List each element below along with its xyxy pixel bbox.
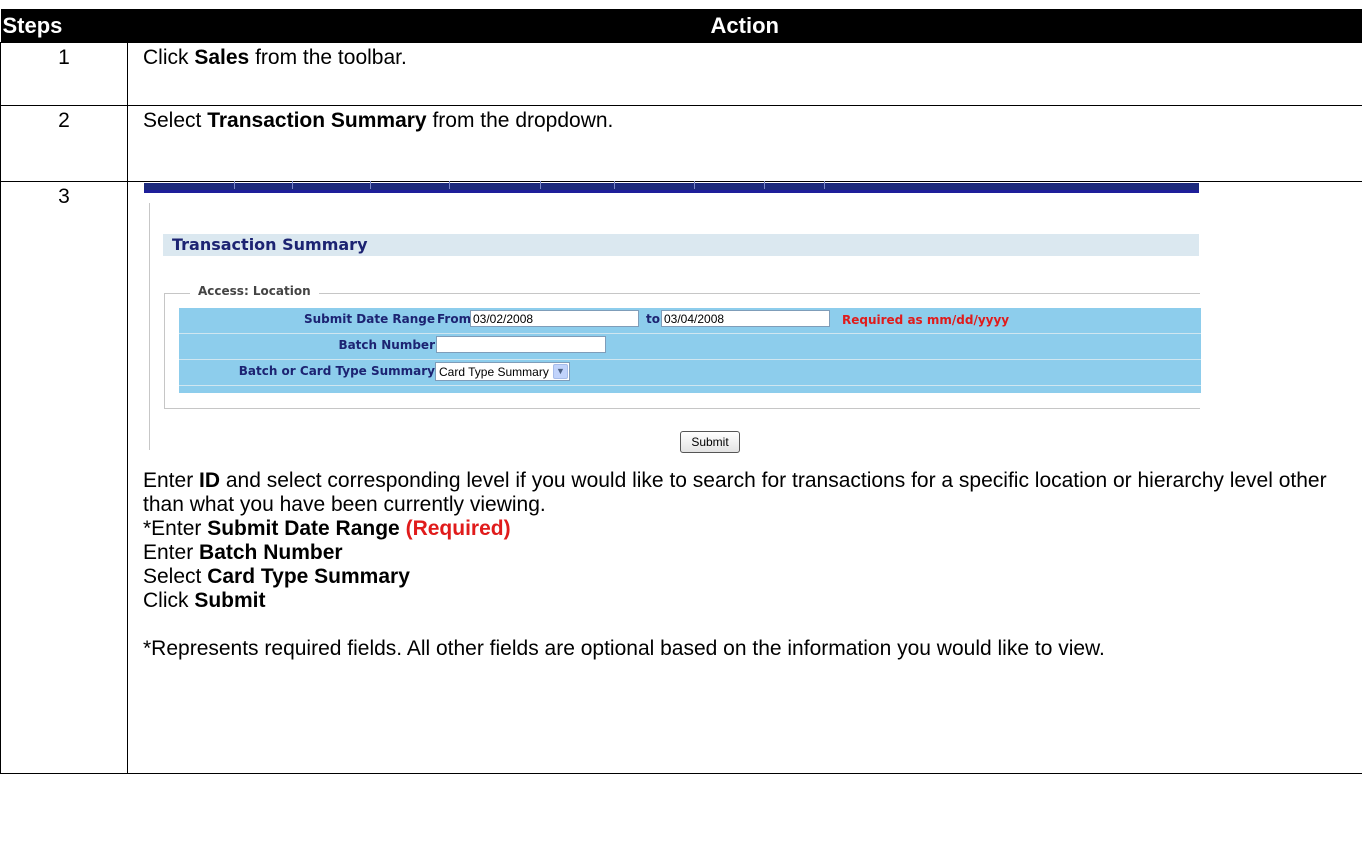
submit-date-row: Submit Date Range From to Required as mm… [179, 308, 1201, 334]
step-action: Transaction Summary Access: Location Sub… [127, 181, 1362, 774]
summary-type-select[interactable]: Card Type Summary ▼ [435, 362, 570, 381]
batch-number-label: Batch Number [338, 338, 435, 352]
summary-type-row: Batch or Card Type Summary Card Type Sum… [179, 360, 1201, 386]
step-number: 3 [0, 181, 128, 774]
from-date-input[interactable] [470, 310, 639, 327]
instruction-date-range: *Enter Submit Date Range (Required) [143, 517, 511, 540]
header-row: Steps Action [0, 9, 1362, 43]
fieldset-legend: Access: Location [190, 284, 319, 298]
search-form: Submit Date Range From to Required as mm… [179, 308, 1201, 393]
batch-number-input[interactable] [436, 336, 606, 353]
instruction-card-type: Select Card Type Summary [143, 565, 410, 588]
step-action: Click Sales from the toolbar. [127, 42, 1362, 106]
to-date-input[interactable] [661, 310, 830, 327]
step-row-3: 3 Transaction Summary Access: Location S… [0, 181, 1362, 774]
chevron-down-icon[interactable]: ▼ [553, 364, 568, 379]
search-fieldset: Access: Location Submit Date Range From … [164, 284, 1201, 409]
instruction-batch-number: Enter Batch Number [143, 541, 343, 564]
required-fields-note: *Represents required fields. All other f… [143, 637, 1105, 660]
summary-type-value: Card Type Summary [439, 365, 549, 379]
action-header: Action [127, 9, 1362, 43]
page-title: Transaction Summary [172, 235, 368, 254]
from-label: From [437, 312, 472, 326]
page-title-bar: Transaction Summary [163, 234, 1199, 256]
instruction-submit: Click Submit [143, 589, 266, 612]
steps-header: Steps [0, 9, 128, 43]
step-number: 1 [0, 42, 128, 106]
step-action: Select Transaction Summary from the drop… [127, 105, 1362, 182]
step-number: 2 [0, 105, 128, 182]
step-row-1: 1 Click Sales from the toolbar. [0, 42, 1362, 106]
instruction-id: Enter ID and select corresponding level … [143, 469, 1327, 516]
step-row-2: 2 Select Transaction Summary from the dr… [0, 105, 1362, 182]
step-instructions: Enter ID and select corresponding level … [143, 469, 1362, 661]
batch-number-row: Batch Number [179, 334, 1201, 360]
summary-type-label: Batch or Card Type Summary [238, 364, 435, 378]
required-note: Required as mm/dd/yyyy [842, 313, 1010, 327]
transaction-summary-screenshot: Transaction Summary Access: Location Sub… [144, 181, 1201, 455]
to-label: to [646, 312, 660, 326]
submit-button[interactable]: Submit [680, 431, 740, 453]
submit-date-label: Submit Date Range [303, 312, 435, 326]
toolbar-nav [144, 181, 1199, 193]
frame-border [149, 203, 150, 450]
steps-table: Steps Action 1 Click Sales from the tool… [0, 9, 1362, 774]
